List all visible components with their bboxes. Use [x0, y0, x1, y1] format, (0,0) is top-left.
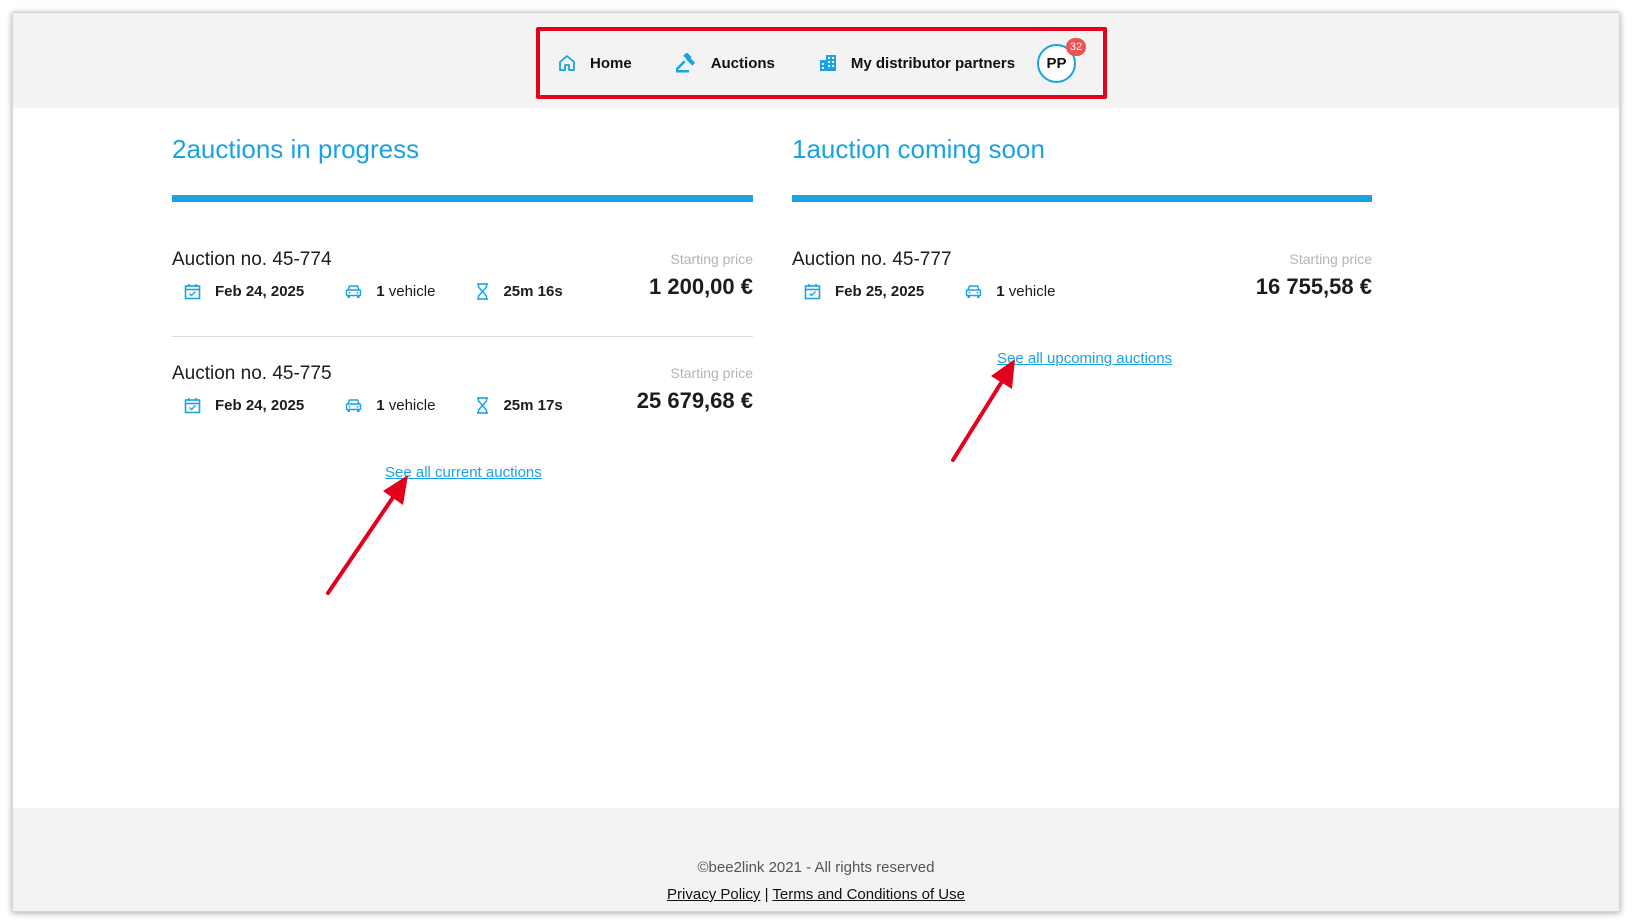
auction-date: Feb 24, 2025: [184, 397, 304, 414]
auction-vehicles: 1 vehicle: [345, 397, 435, 414]
date-text: Feb 24, 2025: [215, 397, 305, 414]
auction-card[interactable]: Auction no. 45-777 Feb 25, 2025 1 vehicl…: [792, 249, 1372, 345]
car-icon: [965, 284, 982, 299]
auction-time-left: 25m 16s: [476, 283, 563, 300]
vehicle-text: 1 vehicle: [376, 283, 435, 300]
footer-separator: |: [764, 886, 769, 903]
time-left-text: 25m 16s: [503, 283, 563, 300]
top-navigation-bar: Home Auctions My distributor partners PP…: [13, 13, 1619, 108]
auction-card[interactable]: Auction no. 45-774 Feb 24, 2025 1 vehicl…: [172, 249, 753, 345]
hourglass-icon: [476, 397, 489, 414]
starting-price: 1 200,00 €: [649, 274, 753, 299]
auction-separator: [172, 336, 753, 337]
section-divider: [792, 195, 1372, 202]
building-icon: [819, 54, 837, 72]
auction-name: Auction no. 45-775: [172, 363, 332, 384]
gavel-icon: [675, 53, 697, 73]
vehicle-word: vehicle: [388, 283, 436, 300]
vehicle-text: 1 vehicle: [996, 283, 1055, 300]
nav-item-auctions[interactable]: Auctions: [675, 53, 775, 73]
section-title: 1auction coming soon: [792, 134, 1045, 164]
terms-of-use-link[interactable]: Terms and Conditions of Use: [772, 886, 965, 903]
section-title: 2auctions in progress: [172, 134, 420, 164]
starting-price-label: Starting price: [1289, 251, 1372, 267]
car-icon: [345, 284, 362, 299]
calendar-icon: [184, 397, 201, 414]
auction-name: Auction no. 45-774: [172, 249, 332, 270]
vehicle-word: vehicle: [388, 397, 436, 414]
time-left-text: 25m 17s: [503, 397, 563, 414]
footer-links: Privacy Policy | Terms and Conditions of…: [13, 886, 1619, 903]
vehicle-count: 1: [376, 283, 385, 300]
nav-item-home[interactable]: Home: [558, 54, 632, 72]
main-nav: Home Auctions My distributor partners PP…: [558, 33, 1087, 93]
copyright-text: ©bee2link 2021 - All rights reserved: [697, 859, 935, 876]
starting-price-label: Starting price: [670, 251, 753, 267]
auction-name: Auction no. 45-777: [792, 249, 952, 270]
car-icon: [345, 398, 362, 413]
auction-time-left: 25m 17s: [476, 397, 563, 414]
browser-frame: Home Auctions My distributor partners PP…: [12, 12, 1620, 912]
auction-vehicles: 1 vehicle: [345, 283, 435, 300]
avatar-initials: PP: [1046, 54, 1067, 72]
notification-badge: 32: [1066, 37, 1087, 56]
nav-item-label: My distributor partners: [850, 54, 1016, 72]
auction-meta: Feb 24, 2025 1 vehicle 25m 16s: [184, 283, 563, 300]
starting-price-label: Starting price: [670, 365, 753, 381]
auction-date: Feb 25, 2025: [804, 283, 924, 300]
vehicle-count: 1: [376, 397, 385, 414]
auction-date: Feb 24, 2025: [184, 283, 304, 300]
date-text: Feb 25, 2025: [835, 283, 925, 300]
annotation-arrow: [326, 475, 408, 595]
auction-meta: Feb 24, 2025 1 vehicle 25m 17s: [184, 397, 563, 414]
nav-item-distributor-partners[interactable]: My distributor partners: [819, 54, 1015, 72]
nav-item-label: Home: [590, 54, 632, 72]
auction-card[interactable]: Auction no. 45-775 Feb 24, 2025 1 vehicl…: [172, 363, 753, 459]
nav-item-label: Auctions: [710, 54, 775, 72]
home-icon: [558, 54, 576, 72]
vehicle-word: vehicle: [1008, 283, 1056, 300]
user-avatar-button[interactable]: PP 32: [1037, 37, 1087, 83]
calendar-icon: [184, 283, 201, 300]
vehicle-count: 1: [996, 283, 1005, 300]
auction-vehicles: 1 vehicle: [965, 283, 1055, 300]
annotation-arrow: [951, 359, 1015, 462]
auction-meta: Feb 25, 2025 1 vehicle: [804, 283, 1055, 300]
section-divider: [172, 195, 753, 202]
starting-price: 16 755,58 €: [1255, 274, 1372, 299]
privacy-policy-link[interactable]: Privacy Policy: [667, 886, 760, 903]
page-footer: ©bee2link 2021 - All rights reserved Pri…: [13, 808, 1619, 911]
starting-price: 25 679,68 €: [636, 388, 753, 413]
vehicle-text: 1 vehicle: [376, 397, 435, 414]
date-text: Feb 24, 2025: [215, 283, 305, 300]
calendar-icon: [804, 283, 821, 300]
hourglass-icon: [476, 283, 489, 300]
